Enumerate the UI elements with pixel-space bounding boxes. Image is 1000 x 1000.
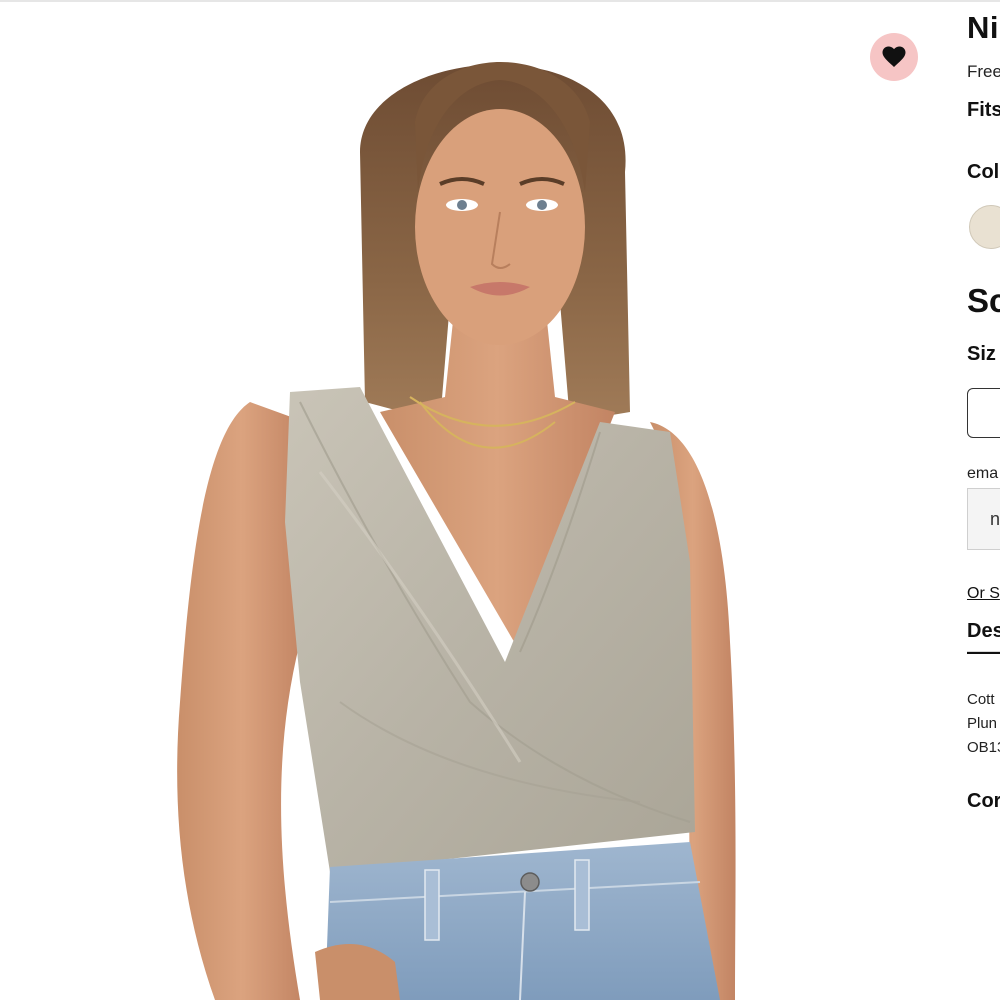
favorite-button[interactable]	[870, 33, 918, 81]
select-size-heading: Sc	[967, 282, 1000, 319]
tabs-divider	[967, 651, 1000, 652]
description-line: Plun	[967, 715, 998, 732]
product-page: Ni Free Fits Col Sc Siz ema Or S Des Cot…	[0, 0, 1000, 1000]
tab-description[interactable]: Des	[967, 620, 1000, 654]
description-line: OB13	[967, 739, 1000, 756]
size-label: Siz	[967, 343, 996, 365]
contact-heading[interactable]: Cor	[967, 790, 1000, 813]
email-label: ema	[967, 465, 999, 482]
product-name: Ni	[967, 10, 999, 45]
product-image[interactable]	[0, 2, 940, 1000]
heart-icon	[882, 46, 906, 67]
description-text: Cott Plun OB13	[967, 688, 1000, 760]
size-option-button[interactable]	[967, 388, 1000, 438]
color-label: Col	[967, 161, 1000, 183]
description-line: Cott	[967, 691, 995, 708]
fits-label: Fits	[967, 99, 1000, 121]
product-info-panel: Ni Free Fits Col Sc Siz ema Or S Des Cot…	[967, 0, 1000, 1000]
color-swatch[interactable]	[969, 205, 1000, 249]
or-link[interactable]: Or S	[967, 585, 1000, 603]
brand-link[interactable]: Free	[967, 62, 1000, 82]
email-input[interactable]	[967, 488, 1000, 550]
